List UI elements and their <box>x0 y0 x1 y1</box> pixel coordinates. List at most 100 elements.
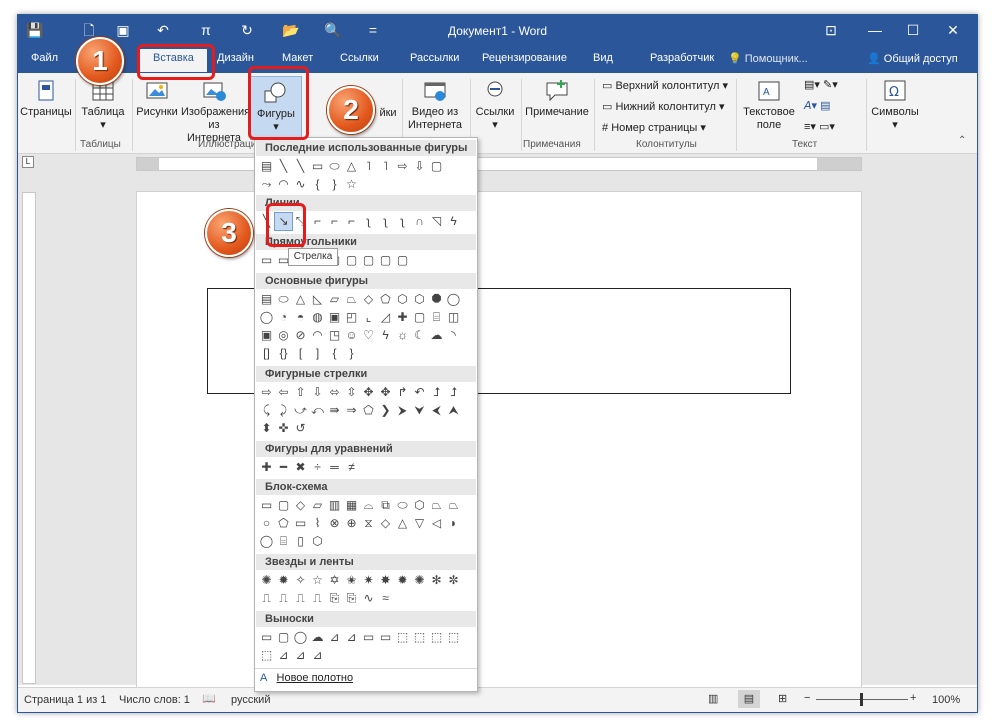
shape-bent-up-arrow-icon[interactable]: ⮥ <box>445 384 462 401</box>
shape-terminator-icon[interactable]: ⬭ <box>394 497 411 514</box>
shape-teardrop-icon[interactable]: ◍ <box>309 309 326 326</box>
shape-scroll-icon[interactable]: ⎘ <box>343 590 360 607</box>
shape-wave-icon[interactable]: ∿ <box>360 590 377 607</box>
shape-brace-icon[interactable]: } <box>326 176 343 193</box>
shape-right-triangle-icon[interactable]: ◺ <box>309 291 326 308</box>
shape-arc-icon[interactable]: ◠ <box>275 176 292 193</box>
open-folder-icon[interactable]: 📂 <box>282 21 300 39</box>
shape-can-icon[interactable]: ⌸ <box>428 309 445 326</box>
pages-button[interactable]: Страницы <box>20 79 72 119</box>
table-button[interactable]: Таблица ▾ <box>78 79 128 132</box>
shape-heart-icon[interactable]: ♡ <box>360 327 377 344</box>
shape-ribbon-icon[interactable]: ⎍ <box>258 590 275 607</box>
shape-diagonal-stripe-icon[interactable]: ◿ <box>377 309 394 326</box>
shape-quad-callout-icon[interactable]: ✜ <box>275 420 292 437</box>
shape-cloud-callout-icon[interactable]: ☁ <box>309 629 326 646</box>
shape-chevron-icon[interactable]: ❯ <box>377 402 394 419</box>
shape-pie-icon[interactable]: ◔ <box>275 309 292 326</box>
shape-minus-icon[interactable]: ━ <box>275 459 292 476</box>
minimize-icon[interactable]: — <box>860 15 890 45</box>
shape-callout-arrow-icon[interactable]: ⮟ <box>411 402 428 419</box>
dropcap-icon[interactable]: ≡▾ ▭▾ <box>804 120 835 133</box>
shape-down-arrow-icon[interactable]: ⇩ <box>411 158 428 175</box>
shape-curved-arrow-icon[interactable]: ⤺ <box>309 402 326 419</box>
shape-line-callout-icon[interactable]: ⊿ <box>292 647 309 664</box>
equation-icon[interactable]: π <box>197 21 215 39</box>
shape-rectangle-icon[interactable]: ▭ <box>309 158 326 175</box>
shape-textbox-icon[interactable]: ▤ <box>258 291 275 308</box>
shape-trapezoid-icon[interactable]: ⏢ <box>343 291 360 308</box>
shape-manual-operation-icon[interactable]: ⏢ <box>445 497 462 514</box>
symbols-button[interactable]: Ω Символы ▾ <box>870 79 920 132</box>
shape-callout-icon[interactable]: ▢ <box>275 629 292 646</box>
maximize-icon[interactable]: ☐ <box>898 15 928 45</box>
shape-brace-icon[interactable]: { <box>309 176 326 193</box>
shape-curved-arrow-icon[interactable]: ⤻ <box>292 402 309 419</box>
shape-dodecagon-icon[interactable]: ◯ <box>258 309 275 326</box>
tab-review[interactable]: Рецензирование <box>482 52 567 64</box>
shape-heptagon-icon[interactable]: ⬡ <box>411 291 428 308</box>
language-indicator[interactable]: русский <box>231 694 270 706</box>
shape-line-callout-icon[interactable]: ▭ <box>377 629 394 646</box>
shape-star4-icon[interactable]: ✧ <box>292 572 309 589</box>
shape-half-frame-icon[interactable]: ◰ <box>343 309 360 326</box>
shape-frame-icon[interactable]: ▣ <box>326 309 343 326</box>
shape-line-callout-icon[interactable]: ⬚ <box>411 629 428 646</box>
shape-wave-icon[interactable]: ∿ <box>292 176 309 193</box>
shape-predefined-process-icon[interactable]: ▥ <box>326 497 343 514</box>
shape-curved-arrow-icon[interactable]: ⤸ <box>275 402 292 419</box>
shape-curved-arrow-icon[interactable]: ⤹ <box>258 402 275 419</box>
shape-star7-icon[interactable]: ✬ <box>343 572 360 589</box>
new-canvas-item[interactable]: A Новое полотно <box>260 672 353 684</box>
shape-left-arrow-icon[interactable]: ⇦ <box>275 384 292 401</box>
shape-star12-icon[interactable]: ✹ <box>394 572 411 589</box>
shape-curved-connector-icon[interactable]: ʅ <box>360 213 377 230</box>
shape-l-shape-icon[interactable]: ⌞ <box>360 309 377 326</box>
shape-direct-storage-icon[interactable]: ▯ <box>292 533 309 550</box>
shape-chord-icon[interactable]: ◓ <box>292 309 309 326</box>
shape-circular-arrow-icon[interactable]: ↺ <box>292 420 309 437</box>
shape-offpage-icon[interactable]: ⬠ <box>275 515 292 532</box>
shape-rectangle-icon[interactable]: ▭ <box>258 252 275 269</box>
shape-cube-icon[interactable]: ◫ <box>445 309 462 326</box>
shape-star10-icon[interactable]: ✸ <box>377 572 394 589</box>
shape-decision-icon[interactable]: ◇ <box>292 497 309 514</box>
shape-brace-pair-icon[interactable]: {} <box>275 345 292 362</box>
shape-cloud-icon[interactable]: ☁ <box>428 327 445 344</box>
shape-line-callout-icon[interactable]: ⬚ <box>394 629 411 646</box>
shape-punched-tape-icon[interactable]: ⌇ <box>309 515 326 532</box>
shape-line-callout-icon[interactable]: ⊿ <box>309 647 326 664</box>
zoom-out-icon[interactable]: − <box>804 692 810 704</box>
shape-not-equal-icon[interactable]: ≠ <box>343 459 360 476</box>
shape-line-callout-icon[interactable]: ⊿ <box>326 629 343 646</box>
shape-scribble-icon[interactable]: ϟ <box>445 213 462 230</box>
shape-left-bracket-icon[interactable]: [ <box>292 345 309 362</box>
tab-view[interactable]: Вид <box>593 52 613 64</box>
shape-connector-icon[interactable]: ○ <box>258 515 275 532</box>
horizontal-ruler[interactable] <box>136 157 862 171</box>
shape-up-down-arrow-icon[interactable]: ⇳ <box>343 384 360 401</box>
tab-mailings[interactable]: Рассылки <box>410 52 459 64</box>
vertical-ruler[interactable] <box>22 192 36 684</box>
shape-rounded-rect-icon[interactable]: ▢ <box>360 252 377 269</box>
shape-ribbon-icon[interactable]: ⎍ <box>275 590 292 607</box>
shape-curved-connector-icon[interactable]: ʅ <box>394 213 411 230</box>
shape-plaque-icon[interactable]: ▢ <box>411 309 428 326</box>
shape-callout-arrow-icon[interactable]: ⬍ <box>258 420 275 437</box>
shape-callout-arrow-icon[interactable]: ⮞ <box>394 402 411 419</box>
shape-callout-arrow-icon[interactable]: ⮜ <box>428 402 445 419</box>
shape-connector-icon[interactable]: ˥ <box>360 158 377 175</box>
shape-triangle-icon[interactable]: △ <box>343 158 360 175</box>
shape-preparation-icon[interactable]: ⬡ <box>411 497 428 514</box>
links-button[interactable]: Ссылки ▾ <box>472 79 518 132</box>
shape-callout-icon[interactable]: ▭ <box>258 629 275 646</box>
online-pictures-button[interactable]: Изображения из Интернета <box>181 79 250 145</box>
save-icon[interactable]: 💾 <box>26 21 44 39</box>
shape-ribbon-icon[interactable]: ⎍ <box>292 590 309 607</box>
shape-left-brace-icon[interactable]: { <box>326 345 343 362</box>
shape-curve-icon[interactable]: ⤳ <box>258 176 275 193</box>
shape-folded-corner-icon[interactable]: ◳ <box>326 327 343 344</box>
shape-elbow-connector-icon[interactable]: ⌐ <box>309 213 326 230</box>
shape-arc-icon[interactable]: ◝ <box>445 327 462 344</box>
shape-manual-input-icon[interactable]: ⏢ <box>428 497 445 514</box>
